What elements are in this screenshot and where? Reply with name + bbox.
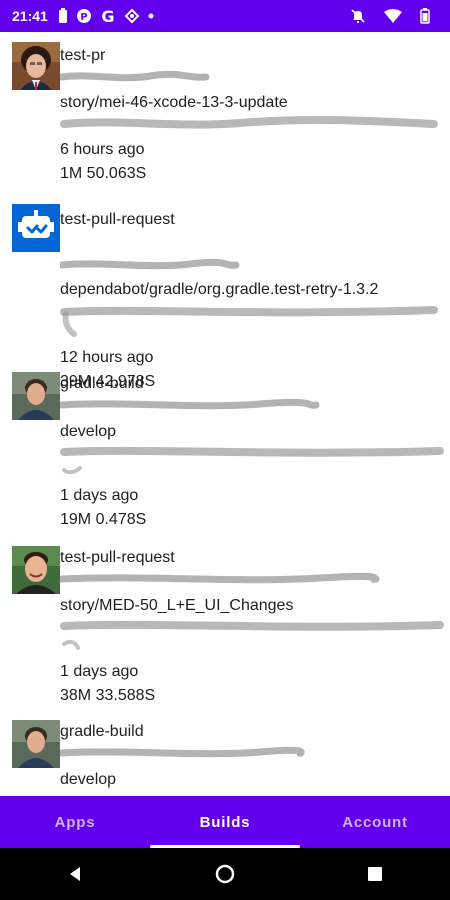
back-triangle-icon — [70, 867, 80, 881]
build-duration: 1M 50.063S — [60, 165, 147, 182]
list-item-build[interactable]: test-pr story/mei-46-xcode-13-3-update 6… — [0, 32, 450, 194]
google-icon: G — [100, 8, 116, 24]
status-right — [350, 8, 438, 24]
list-item-build[interactable]: test-pull-request story/MED-50_L+E_UI_Ch… — [0, 544, 450, 720]
recents-button[interactable] — [355, 854, 395, 894]
redacted-text — [60, 446, 444, 475]
redacted-text — [60, 70, 210, 82]
build-time-ago: 1 days ago — [60, 487, 139, 504]
wifi-icon — [384, 9, 402, 23]
cast-icon — [124, 8, 140, 24]
back-button[interactable] — [55, 854, 95, 894]
status-time: 21:41 — [12, 8, 48, 24]
build-branch: story/mei-46-xcode-13-3-update — [60, 94, 288, 111]
build-title: test-pull-request — [60, 211, 175, 228]
redacted-text — [60, 620, 444, 650]
app-circle-icon: P — [76, 8, 92, 24]
tab-account[interactable]: Account — [300, 796, 450, 848]
bottom-navigation: Apps Builds Account — [0, 796, 450, 848]
list-item-build[interactable]: test-pull-request dependabot/gradle/org.… — [0, 194, 450, 390]
build-title: gradle-build — [60, 723, 144, 740]
home-circle-icon — [215, 864, 235, 884]
build-duration: 19M 0.478S — [60, 511, 147, 528]
redacted-text — [60, 572, 380, 584]
tab-account-label: Account — [342, 813, 408, 831]
list-item-build[interactable]: gradle-build develop — [0, 718, 450, 796]
dot-icon — [148, 13, 154, 19]
tab-builds-label: Builds — [199, 813, 251, 831]
redacted-text — [60, 116, 438, 129]
avatar — [12, 720, 60, 768]
build-time-ago: 1 days ago — [60, 663, 139, 680]
system-navigation-bar — [0, 848, 450, 900]
mute-icon — [350, 8, 366, 24]
build-branch: story/MED-50_L+E_UI_Changes — [60, 597, 294, 614]
home-button[interactable] — [205, 854, 245, 894]
status-bar: 21:41 P G — [0, 0, 450, 32]
redacted-text — [60, 746, 305, 758]
tab-apps-label: Apps — [54, 813, 96, 831]
svg-text:G: G — [101, 8, 114, 24]
recents-square-icon — [368, 867, 382, 881]
build-title: test-pr — [60, 47, 106, 64]
avatar — [12, 372, 60, 420]
build-branch: develop — [60, 771, 117, 788]
avatar — [12, 42, 60, 90]
tab-apps[interactable]: Apps — [0, 796, 150, 848]
build-title: test-pull-request — [60, 549, 175, 566]
avatar — [12, 204, 60, 252]
battery-icon — [420, 8, 430, 24]
dependabot-icon — [12, 204, 60, 252]
redacted-text — [60, 398, 320, 410]
avatar — [12, 546, 60, 594]
redacted-text — [60, 306, 438, 337]
build-branch: develop — [60, 423, 117, 440]
battery-saver-icon — [58, 8, 68, 24]
build-time-ago: 6 hours ago — [60, 141, 145, 158]
redacted-text — [60, 258, 240, 270]
build-duration: 38M 33.588S — [60, 687, 156, 704]
build-title: gradle-build — [60, 375, 144, 392]
build-time-ago: 12 hours ago — [60, 349, 154, 366]
list-item-build[interactable]: gradle-build develop 1 days ago 19M 0.47… — [0, 368, 450, 544]
builds-list: test-pr story/mei-46-xcode-13-3-update 6… — [0, 32, 450, 796]
svg-text:P: P — [80, 12, 87, 23]
build-branch: dependabot/gradle/org.gradle.test-retry-… — [60, 281, 379, 298]
tab-builds[interactable]: Builds — [150, 796, 300, 848]
